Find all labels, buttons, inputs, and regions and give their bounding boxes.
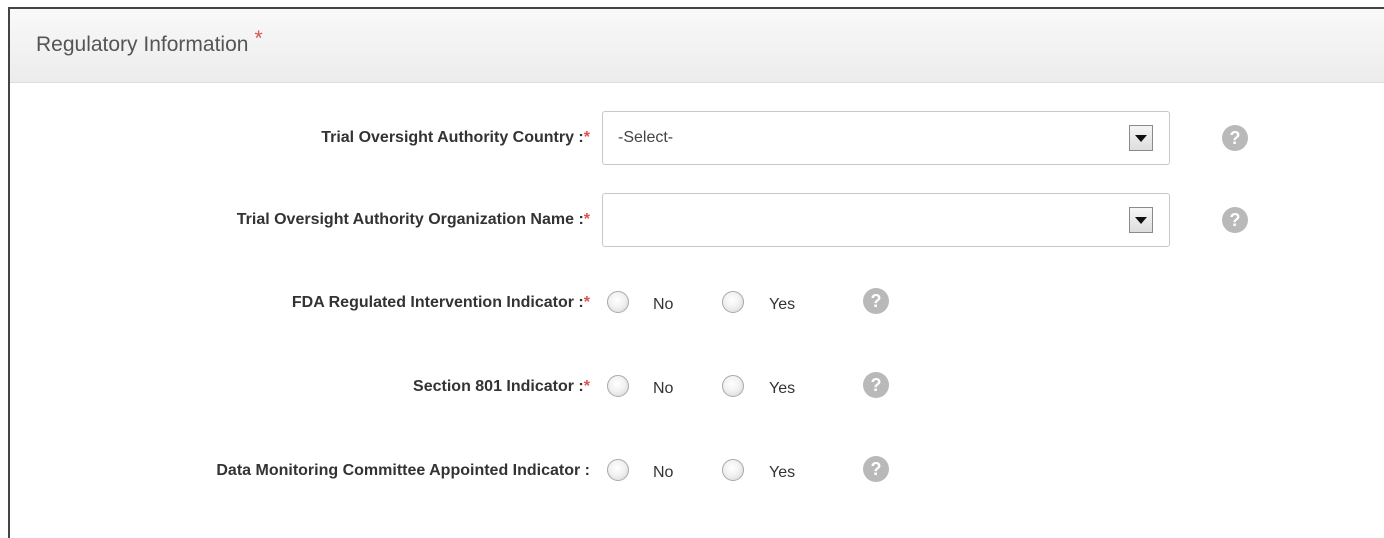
country-row: Trial Oversight Authority Country :* -Se… [10, 111, 1384, 165]
section801-row: Section 801 Indicator :* No Yes ? [10, 360, 1384, 414]
fda-row: FDA Regulated Intervention Indicator :* … [10, 276, 1384, 330]
fda-no-label[interactable]: No [653, 276, 673, 334]
section801-label-text: Section 801 Indicator : [413, 378, 584, 395]
country-select[interactable]: -Select- [602, 111, 1170, 165]
section801-yes-radio[interactable] [722, 375, 744, 397]
section801-no-radio[interactable] [607, 375, 629, 397]
required-asterisk: * [254, 27, 263, 50]
panel-title: Regulatory Information [36, 33, 249, 56]
section801-no-label[interactable]: No [653, 360, 673, 418]
help-icon[interactable]: ? [1222, 125, 1248, 151]
dmc-no-label[interactable]: No [653, 444, 673, 502]
fda-yes-label[interactable]: Yes [769, 276, 795, 334]
org-name-select[interactable] [602, 193, 1170, 247]
help-icon[interactable]: ? [1222, 207, 1248, 233]
required-asterisk: * [583, 211, 590, 228]
help-icon[interactable]: ? [863, 456, 889, 482]
dmc-label-text: Data Monitoring Committee Appointed Indi… [216, 462, 590, 479]
dropdown-arrow-icon[interactable] [1129, 207, 1153, 233]
dmc-yes-radio[interactable] [722, 459, 744, 481]
dmc-row: Data Monitoring Committee Appointed Indi… [10, 444, 1384, 498]
dmc-no-radio[interactable] [607, 459, 629, 481]
org-name-label-text: Trial Oversight Authority Organization N… [236, 211, 584, 228]
dmc-yes-label[interactable]: Yes [769, 444, 795, 502]
fda-yes-radio[interactable] [722, 291, 744, 313]
org-name-label: Trial Oversight Authority Organization N… [237, 193, 590, 247]
section801-label: Section 801 Indicator :* [413, 360, 590, 414]
fda-label-text: FDA Regulated Intervention Indicator : [291, 294, 584, 311]
help-icon[interactable]: ? [863, 288, 889, 314]
help-icon[interactable]: ? [863, 372, 889, 398]
org-name-row: Trial Oversight Authority Organization N… [10, 193, 1384, 247]
country-select-value: -Select- [618, 129, 674, 146]
regulatory-information-panel: Regulatory Information * Trial Oversight … [8, 7, 1384, 538]
required-asterisk: * [583, 378, 590, 395]
panel-header: Regulatory Information * [10, 9, 1384, 83]
fda-no-radio[interactable] [607, 291, 629, 313]
section801-yes-label[interactable]: Yes [769, 360, 795, 418]
dmc-label: Data Monitoring Committee Appointed Indi… [216, 444, 590, 498]
dropdown-arrow-icon[interactable] [1129, 125, 1153, 151]
required-asterisk: * [583, 129, 590, 146]
fda-label: FDA Regulated Intervention Indicator :* [292, 276, 590, 330]
country-label-text: Trial Oversight Authority Country : [321, 129, 584, 146]
required-asterisk: * [583, 294, 590, 311]
country-label: Trial Oversight Authority Country :* [321, 111, 590, 165]
